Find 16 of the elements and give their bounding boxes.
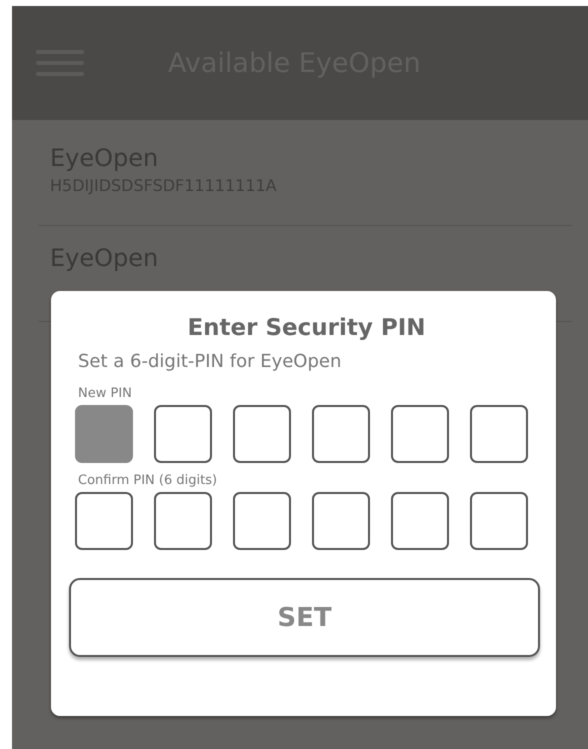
field-label: New PIN — [78, 386, 132, 401]
field-label: Confirm PIN (6 digits) — [78, 473, 218, 488]
pin-digit-field[interactable] — [154, 405, 212, 463]
set-button[interactable]: SET — [69, 578, 540, 657]
dialog-subtitle: Set a 6-digit-PIN for EyeOpen — [78, 351, 342, 372]
pin-digit-field[interactable] — [233, 405, 291, 463]
pin-digit-field[interactable] — [75, 492, 133, 550]
pin-digit-field[interactable] — [312, 492, 370, 550]
pin-digit-field[interactable] — [154, 492, 212, 550]
pin-digit-field[interactable] — [470, 405, 528, 463]
pin-digit-field[interactable] — [233, 492, 291, 550]
pin-digit-field[interactable] — [312, 405, 370, 463]
pin-digit-field[interactable] — [391, 405, 449, 463]
pin-digit-field[interactable] — [470, 492, 528, 550]
pin-digit-field[interactable] — [75, 405, 133, 463]
pin-digit-field[interactable] — [391, 492, 449, 550]
